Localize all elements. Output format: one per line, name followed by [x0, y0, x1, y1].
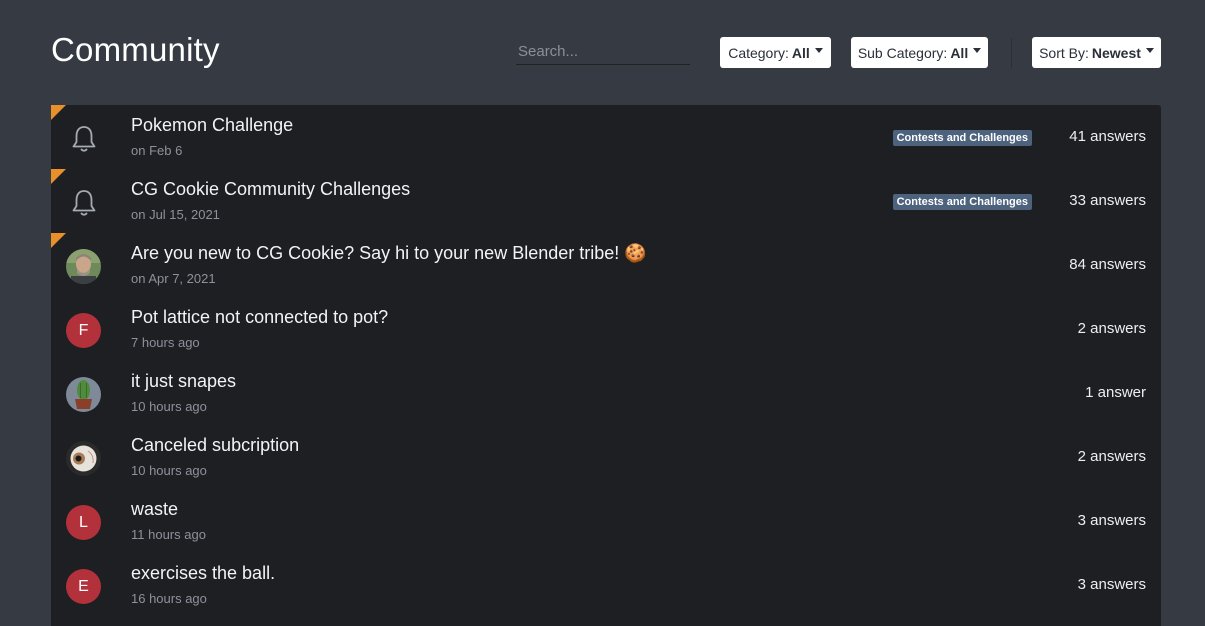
subcategory-filter-value: All	[950, 44, 969, 61]
community-page: Community Category: All Sub Category: Al…	[0, 0, 1205, 626]
thread-time: 10 hours ago	[131, 463, 207, 478]
thread-title[interactable]: Canceled subcription	[131, 435, 299, 456]
chevron-down-icon	[814, 48, 823, 53]
thread-title[interactable]: Are you new to CG Cookie? Say hi to your…	[131, 243, 647, 264]
thread-title[interactable]: it just snapes	[131, 371, 236, 392]
thread-time: on Jul 15, 2021	[131, 207, 220, 222]
thread-title[interactable]: CG Cookie Community Challenges	[131, 179, 410, 200]
search-box	[516, 40, 694, 65]
thread-time: 10 hours ago	[131, 399, 207, 414]
thread-row[interactable]: it just snapes 10 hours ago 1 answer	[51, 361, 1161, 425]
pinned-marker	[51, 233, 66, 248]
answer-count: 2 answers	[1077, 320, 1146, 337]
thread-time: 11 hours ago	[131, 527, 206, 542]
answer-count: 3 answers	[1077, 576, 1146, 593]
thread-row[interactable]: E exercises the ball. 16 hours ago 3 ans…	[51, 553, 1161, 617]
sort-button[interactable]: Sort By: Newest	[1032, 37, 1161, 68]
chevron-down-icon	[1145, 48, 1154, 53]
answer-count: 2 answers	[1077, 448, 1146, 465]
subcategory-filter-button[interactable]: Sub Category: All	[851, 37, 988, 68]
thread-list: Pokemon Challenge on Feb 6 Contests and …	[51, 105, 1161, 626]
letter-avatar[interactable]: E	[66, 569, 101, 604]
page-title: Community	[51, 31, 220, 68]
sort-value: Newest	[1091, 44, 1141, 61]
thread-row[interactable]: L waste 11 hours ago 3 answers	[51, 489, 1161, 553]
thread-row[interactable]: Pokemon Challenge on Feb 6 Contests and …	[51, 105, 1161, 169]
thread-time: on Feb 6	[131, 143, 183, 158]
category-tag[interactable]: Contests and Challenges	[892, 130, 1032, 146]
answer-count: 84 answers	[1069, 256, 1146, 273]
thread-title[interactable]: waste	[131, 499, 178, 520]
user-photo-avatar[interactable]	[66, 249, 101, 284]
letter-avatar[interactable]: F	[66, 313, 101, 348]
thread-time: 16 hours ago	[131, 591, 207, 606]
thread-row[interactable]: Canceled subcription 10 hours ago 2 answ…	[51, 425, 1161, 489]
answer-count: 33 answers	[1069, 192, 1146, 209]
letter-avatar[interactable]: L	[66, 505, 101, 540]
search-input[interactable]	[516, 40, 694, 62]
thread-title[interactable]: Pot lattice not connected to pot?	[131, 307, 388, 328]
eyeball-avatar[interactable]	[66, 441, 101, 476]
answer-count: 41 answers	[1069, 128, 1146, 145]
thread-time: on Apr 7, 2021	[131, 271, 216, 286]
pinned-marker	[51, 105, 66, 120]
bell-icon	[66, 121, 101, 156]
pinned-marker	[51, 169, 66, 184]
filter-divider	[1011, 38, 1012, 68]
thread-time: 7 hours ago	[131, 335, 200, 350]
sort-label: Sort By:	[1039, 44, 1089, 61]
answer-count: 3 answers	[1077, 512, 1146, 529]
thread-title[interactable]: exercises the ball.	[131, 563, 275, 584]
category-filter-label: Category:	[728, 44, 789, 61]
cactus-avatar[interactable]	[66, 377, 101, 412]
category-tag[interactable]: Contests and Challenges	[892, 194, 1032, 210]
answer-count: 1 answer	[1085, 384, 1146, 401]
thread-title[interactable]: Pokemon Challenge	[131, 115, 293, 136]
thread-row[interactable]: CG Cookie Community Challenges on Jul 15…	[51, 169, 1161, 233]
chevron-down-icon	[973, 48, 982, 53]
thread-row[interactable]: Are you new to CG Cookie? Say hi to your…	[51, 233, 1161, 297]
bell-icon	[66, 185, 101, 220]
category-filter-value: All	[791, 44, 810, 61]
thread-row[interactable]: F Pot lattice not connected to pot? 7 ho…	[51, 297, 1161, 361]
subcategory-filter-label: Sub Category:	[857, 44, 948, 61]
category-filter-button[interactable]: Category: All	[720, 37, 831, 68]
